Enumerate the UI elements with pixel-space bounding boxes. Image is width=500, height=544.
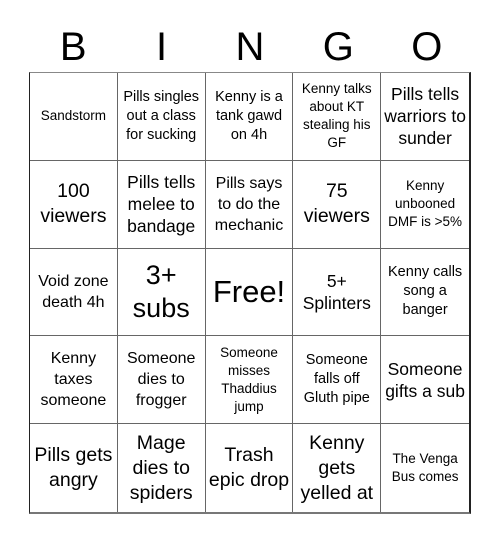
bingo-cell-text: Kenny gets yelled at (300, 431, 374, 504)
bingo-cell[interactable]: Pills gets angry (30, 424, 118, 512)
bingo-cell-text: 3+ subs (132, 259, 190, 323)
bingo-cell-text: 5+ Splinters (302, 270, 371, 313)
bingo-cell-text: Kenny taxes someone (40, 350, 107, 410)
bingo-cell[interactable]: 3+ subs (117, 248, 206, 337)
bingo-cell[interactable]: Pills tells melee to bandage (117, 160, 206, 249)
bingo-cell-text: The Venga Bus comes (391, 451, 459, 485)
bingo-cell-text: Pills says to do the mechanic (214, 174, 284, 234)
header-letter-i: I (156, 25, 168, 69)
bingo-cell[interactable]: Pills singles out a class for sucking (117, 73, 206, 161)
bingo-cell-text: Someone gifts a sub (385, 358, 465, 401)
bingo-cell[interactable]: Kenny taxes someone (30, 336, 118, 425)
bingo-cell-text: Sandstorm (40, 108, 107, 124)
bingo-cell-text: 100 viewers (40, 180, 107, 228)
bingo-cell[interactable]: Someone gifts a sub (381, 336, 469, 425)
bingo-cell[interactable]: The Venga Bus comes (381, 424, 469, 512)
bingo-cell-text: 75 viewers (303, 180, 370, 228)
bingo-cell-text: Kenny talks about KT stealing his GF (301, 81, 372, 151)
bingo-cell-text: Pills tells melee to bandage (127, 172, 196, 237)
bingo-cell[interactable]: Someone falls off Gluth pipe (293, 336, 382, 425)
bingo-cell[interactable]: Kenny talks about KT stealing his GF (293, 73, 382, 161)
bingo-cell[interactable]: 75 viewers (293, 160, 382, 249)
bingo-cell[interactable]: Sandstorm (30, 73, 118, 161)
header-letter-n: N (235, 25, 265, 69)
bingo-cell[interactable]: Someone dies to frogger (117, 336, 206, 425)
bingo-cell[interactable]: Kenny unbooned DMF is >5% (381, 161, 469, 249)
bingo-cell-text: Someone dies to frogger (126, 350, 196, 410)
bingo-cell[interactable]: 100 viewers (30, 160, 118, 249)
header-letter-g: G (322, 25, 354, 69)
bingo-cell-text: Pills tells warriors to sunder (384, 84, 466, 149)
bingo-card-grid: Sandstorm Pills singles out a class for s… (29, 72, 471, 514)
bingo-cell[interactable]: Trash epic drop (206, 424, 294, 512)
header-letter-b: B (59, 25, 87, 69)
bingo-cell[interactable]: Void zone death 4h (30, 248, 118, 337)
bingo-header: B I N G O (29, 22, 471, 72)
bingo-cell[interactable]: Pills says to do the mechanic (205, 160, 294, 249)
bingo-cell[interactable]: Mage dies to spiders (118, 424, 206, 512)
header-letter-o: O (411, 25, 443, 69)
bingo-cell-text: Trash epic drop (208, 444, 290, 492)
bingo-cell-text: Kenny calls song a banger (388, 264, 463, 319)
bingo-cell-text: Someone misses Thaddius jump (220, 344, 278, 414)
bingo-cell-text: Void zone death 4h (38, 272, 109, 311)
bingo-cell[interactable]: Kenny calls song a banger (381, 249, 469, 337)
bingo-cell-text: Someone falls off Gluth pipe (303, 352, 370, 407)
bingo-cell-text: Kenny is a tank gawd on 4h (215, 88, 283, 143)
bingo-cell[interactable]: 5+ Splinters (293, 248, 382, 337)
bingo-cell-text: Free! (212, 273, 286, 309)
bingo-cell-text: Mage dies to spiders (129, 431, 193, 504)
bingo-cell-text: Kenny unbooned DMF is >5% (388, 178, 463, 230)
bingo-cell-free-space[interactable]: Free! (205, 248, 294, 337)
bingo-cell[interactable]: Someone misses Thaddius jump (205, 336, 294, 425)
bingo-cell[interactable]: Kenny is a tank gawd on 4h (205, 73, 294, 161)
bingo-cell-text: Pills singles out a class for sucking (123, 88, 200, 143)
bingo-cell[interactable]: Kenny gets yelled at (293, 424, 382, 512)
bingo-cell[interactable]: Pills tells warriors to sunder (381, 73, 469, 161)
bingo-cell-text: Pills gets angry (34, 444, 113, 492)
